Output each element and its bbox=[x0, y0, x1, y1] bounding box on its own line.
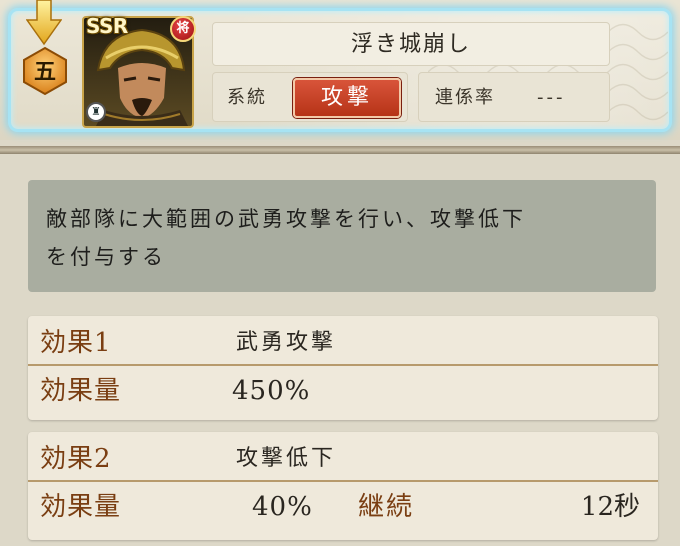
effect-name: 攻撃低下 bbox=[236, 446, 337, 471]
effect-header-row: 効果2 攻撃低下 bbox=[28, 436, 658, 482]
effect-amount-row: 効果量 40% 継続 12秒 bbox=[28, 484, 658, 530]
skill-type-badge: 攻撃 bbox=[293, 78, 401, 118]
description-line-2: を付与する bbox=[46, 245, 166, 269]
link-rate-value: --- bbox=[537, 87, 566, 108]
effect-duration: 12秒 bbox=[580, 492, 640, 522]
effect-header-row: 効果1 武勇攻撃 bbox=[28, 320, 658, 366]
link-rate-field: 連係率 --- bbox=[418, 72, 610, 122]
link-rate-label: 連係率 bbox=[435, 87, 495, 108]
effect-key: 効果2 bbox=[40, 444, 112, 474]
system-field: 系統 攻撃 bbox=[212, 72, 408, 122]
skill-description: 敵部隊に大範囲の武勇攻撃を行い、攻撃低下 を付与する bbox=[28, 180, 656, 292]
effect-amount-label: 効果量 bbox=[40, 492, 122, 522]
header-divider bbox=[0, 146, 680, 154]
system-label: 系統 bbox=[227, 87, 267, 108]
effect-amount: 40% bbox=[252, 492, 313, 522]
description-line-1: 敵部隊に大範囲の武勇攻撃を行い、攻撃低下 bbox=[46, 207, 526, 231]
armor-icon: ♜ bbox=[86, 102, 106, 122]
effect-block-2: 効果2 攻撃低下 効果量 40% 継続 12秒 bbox=[28, 432, 658, 540]
effect-amount: 450% bbox=[232, 376, 311, 406]
effect-block-1: 効果1 武勇攻撃 効果量 450% bbox=[28, 316, 658, 420]
general-mark-icon: 将 bbox=[170, 16, 196, 42]
skill-name: 浮き城崩し bbox=[212, 22, 610, 66]
effect-name: 武勇攻撃 bbox=[236, 330, 337, 355]
arrow-down-icon bbox=[26, 0, 62, 46]
effect-amount-label: 効果量 bbox=[40, 376, 122, 406]
rarity-label: SSR bbox=[86, 14, 128, 38]
effect-duration-label: 継続 bbox=[358, 492, 415, 522]
effect-key: 効果1 bbox=[40, 328, 112, 358]
skill-header: 五 SSR 将 ♜ 浮き城崩し 系統 攻撃 連係率 --- bbox=[0, 0, 680, 140]
effect-amount-row: 効果量 450% bbox=[28, 368, 658, 414]
rank-label: 五 bbox=[33, 59, 56, 85]
